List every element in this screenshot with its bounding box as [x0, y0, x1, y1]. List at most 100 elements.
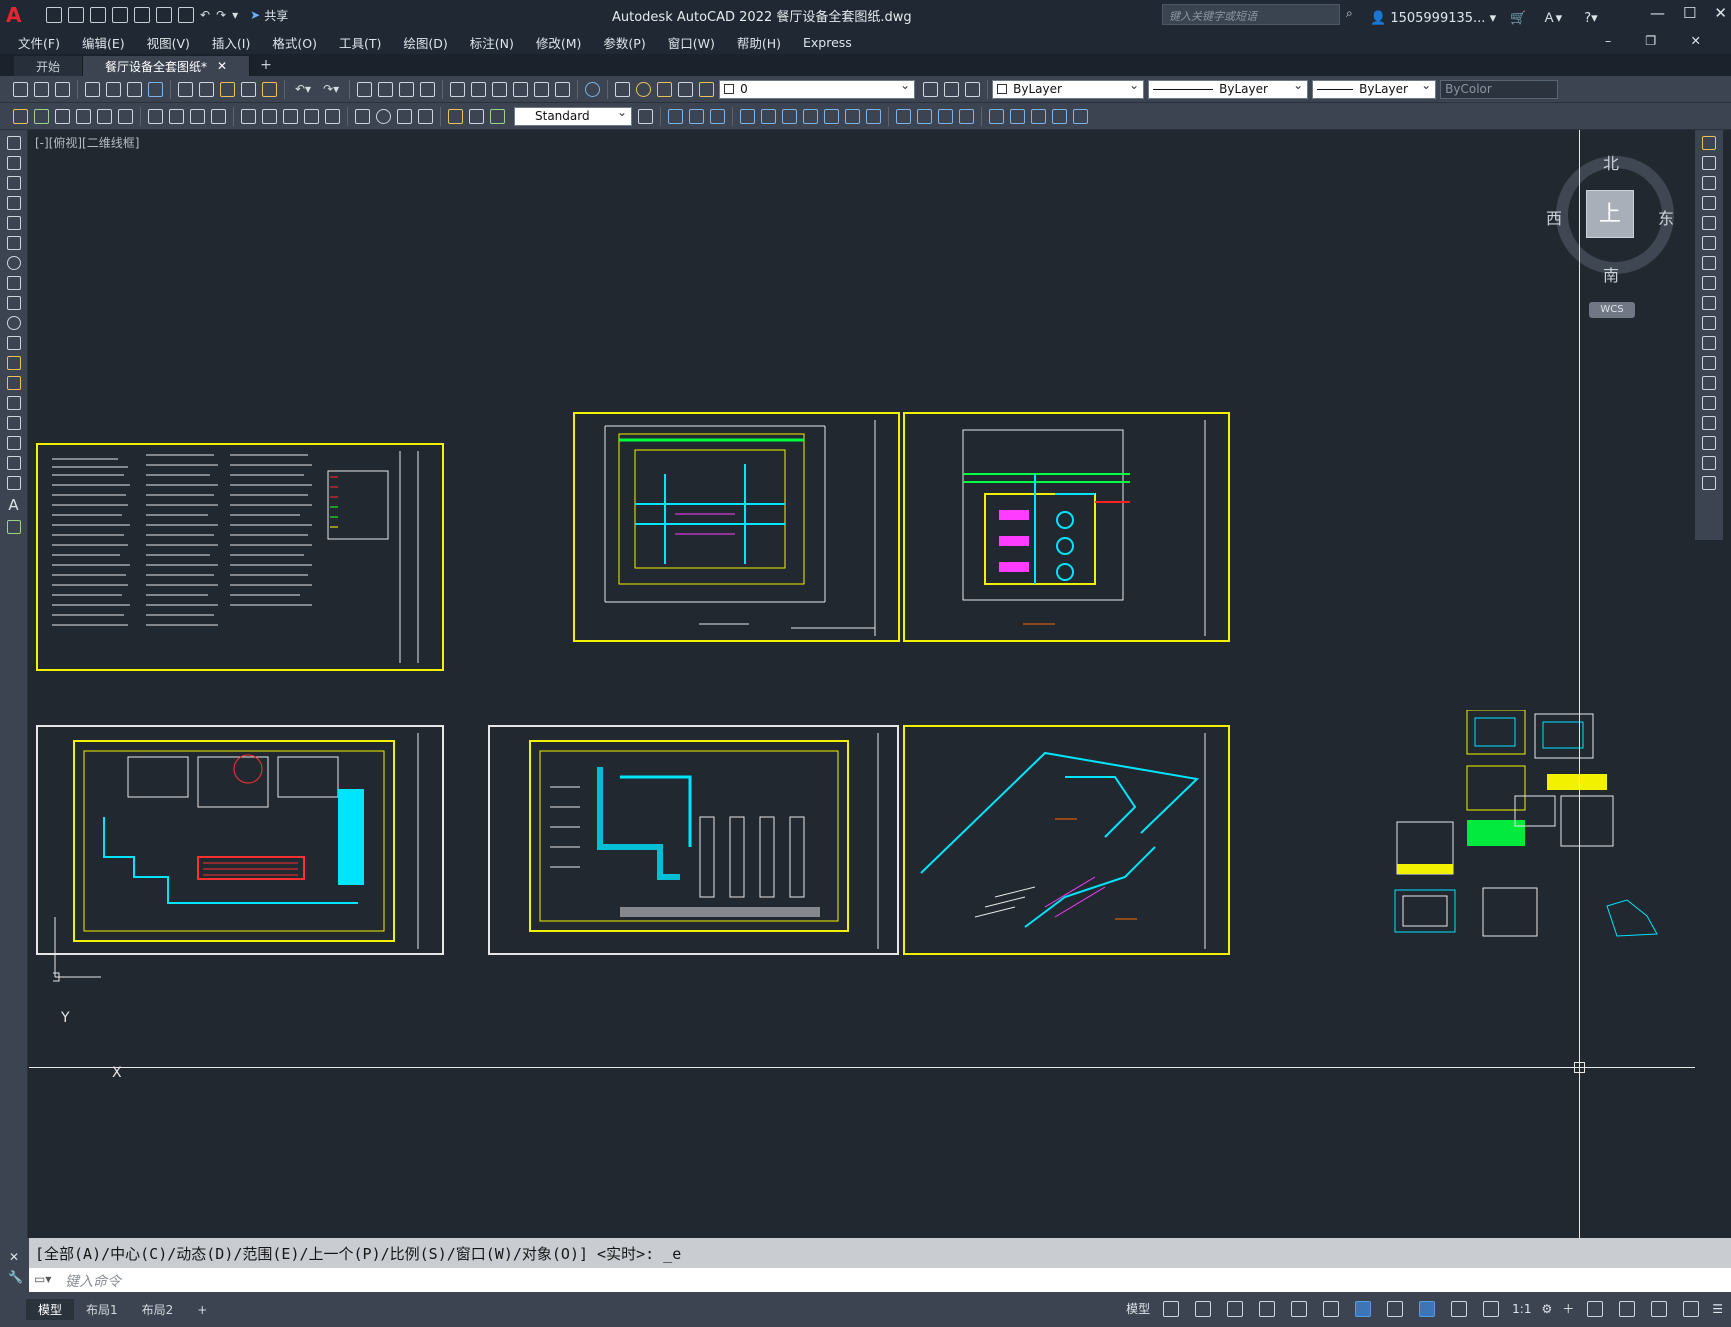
dim-jogged-icon[interactable]: [169, 108, 184, 124]
move-icon[interactable]: [1702, 236, 1716, 250]
dim-continue-icon[interactable]: [283, 108, 298, 124]
wcs-menu[interactable]: WCS: [1589, 302, 1635, 318]
make-current-layer-icon[interactable]: [923, 81, 939, 97]
dim-space-icon[interactable]: [304, 108, 319, 124]
rotate-faces-icon[interactable]: [824, 108, 839, 124]
qnew-icon[interactable]: [13, 81, 28, 97]
command-line-handle[interactable]: ✕ 🔧: [0, 1238, 29, 1292]
intersect-icon[interactable]: [710, 108, 725, 124]
print-icon[interactable]: [85, 81, 100, 97]
autodesk-app-icon[interactable]: Ａ▾: [1543, 11, 1563, 26]
menu-dimension[interactable]: 标注(N): [470, 33, 514, 52]
tab-close-icon[interactable]: ✕: [217, 59, 227, 73]
tolerance-icon[interactable]: [355, 108, 370, 124]
minimize-icon[interactable]: —: [1650, 4, 1665, 22]
customize-command-icon[interactable]: 🔧: [8, 1270, 23, 1284]
tab-start[interactable]: 开始: [14, 56, 84, 76]
ellipse-arc-icon[interactable]: [6, 336, 21, 350]
hatch-icon[interactable]: [6, 416, 21, 430]
check-icon[interactable]: [1010, 108, 1025, 124]
cart-icon[interactable]: 🛒: [1510, 11, 1526, 26]
circle-icon[interactable]: [6, 256, 21, 270]
arc-icon[interactable]: [6, 236, 21, 250]
make-block-icon[interactable]: [6, 376, 21, 390]
dim-update-icon[interactable]: [490, 108, 505, 124]
paste-icon[interactable]: [220, 81, 235, 97]
model-space-button[interactable]: 模型: [1126, 1300, 1150, 1317]
separate-icon[interactable]: [959, 108, 974, 124]
tab-layout2[interactable]: 布局2: [130, 1299, 186, 1320]
chamfer-icon[interactable]: [1702, 416, 1716, 430]
redo-tb-icon[interactable]: ↷▾: [323, 82, 339, 96]
offset-icon[interactable]: [1702, 196, 1716, 210]
thicken-icon[interactable]: [1052, 108, 1067, 124]
quick-dim-icon[interactable]: [241, 108, 256, 124]
menu-insert[interactable]: 插入(I): [212, 33, 250, 52]
color-dropdown[interactable]: ByLayer: [992, 78, 1145, 99]
delete-faces-icon[interactable]: [803, 108, 818, 124]
menu-parametric[interactable]: 参数(P): [603, 33, 645, 52]
scale-icon[interactable]: [1702, 276, 1716, 290]
share-button[interactable]: ➤ 共享: [250, 7, 288, 24]
isodraft-icon[interactable]: [1291, 1300, 1308, 1317]
stretch-icon[interactable]: [1702, 296, 1716, 310]
maximize-icon[interactable]: ☐: [1683, 4, 1696, 22]
open-file-icon[interactable]: [68, 7, 84, 23]
insert-block-icon[interactable]: [6, 356, 21, 370]
copy-icon[interactable]: [199, 81, 214, 97]
menu-file[interactable]: 文件(F): [18, 33, 60, 52]
menu-express[interactable]: Express: [803, 35, 852, 50]
cut-icon[interactable]: [178, 81, 193, 97]
copy-faces-icon[interactable]: [866, 108, 881, 124]
snap-icon[interactable]: [1195, 1300, 1212, 1317]
copy-object-icon[interactable]: [1702, 156, 1716, 170]
attribute-icon[interactable]: [34, 108, 49, 124]
region-icon[interactable]: [6, 456, 21, 470]
break-at-point-icon[interactable]: [1702, 356, 1716, 370]
offset-faces-icon[interactable]: [782, 108, 797, 124]
jogged-linear-icon[interactable]: [418, 108, 433, 124]
viewcube-east[interactable]: 东: [1658, 205, 1674, 229]
layer-state-icon[interactable]: [965, 81, 981, 97]
subtract-icon[interactable]: [689, 108, 704, 124]
command-input[interactable]: 键入命令: [29, 1268, 1731, 1292]
save-as-icon[interactable]: [112, 7, 128, 23]
ellipse-icon[interactable]: [6, 316, 21, 330]
save-web-icon[interactable]: [156, 7, 172, 23]
help-tb-icon[interactable]: [585, 81, 601, 97]
quick-properties-icon[interactable]: [1619, 1300, 1636, 1317]
explode-icon[interactable]: [1702, 476, 1716, 490]
layer-freeze-icon[interactable]: [657, 81, 673, 97]
interfere-icon[interactable]: [1073, 108, 1088, 124]
layer-viewport-icon[interactable]: [678, 81, 694, 97]
menu-window[interactable]: 窗口(W): [668, 33, 715, 52]
drawing-canvas[interactable]: [-][俯视][二维线框] 上 北 南 东 西 WCS Y X: [29, 130, 1695, 1238]
menu-tools[interactable]: 工具(T): [339, 33, 381, 52]
annotation-monitor-icon[interactable]: ＋: [1562, 1300, 1574, 1317]
drawing-sheet-plan-a[interactable]: [573, 412, 900, 642]
auto-scale-icon[interactable]: [1451, 1300, 1468, 1317]
markup-icon[interactable]: [534, 81, 550, 97]
union-icon[interactable]: [668, 108, 683, 124]
tab-drawing[interactable]: 餐厅设备全套图纸* ✕: [83, 56, 251, 76]
open-web-icon[interactable]: [134, 7, 150, 23]
mtext-icon[interactable]: A: [0, 496, 27, 514]
extrude-faces-icon[interactable]: [740, 108, 755, 124]
point-icon[interactable]: [6, 396, 21, 410]
tab-model[interactable]: 模型: [26, 1299, 75, 1320]
save-tb-icon[interactable]: [55, 81, 70, 97]
color-faces-icon[interactable]: [896, 108, 911, 124]
workspace-gear-icon[interactable]: ⚙: [1541, 1302, 1552, 1316]
customize-qa-icon[interactable]: ▾: [232, 8, 238, 22]
clean-icon[interactable]: [938, 108, 953, 124]
help-icon[interactable]: ?▾: [1584, 11, 1597, 26]
slice-icon[interactable]: [1031, 108, 1046, 124]
properties-icon[interactable]: [450, 81, 466, 97]
dim-edit-icon[interactable]: [448, 108, 463, 124]
undo-tb-icon[interactable]: ↶▾: [295, 82, 311, 96]
layer-lock-icon[interactable]: [699, 81, 715, 97]
table-icon[interactable]: [6, 476, 21, 490]
center-mark-icon[interactable]: [376, 108, 391, 124]
command-prompt-icon[interactable]: ▭▾: [34, 1272, 51, 1286]
dim-diameter-icon[interactable]: [190, 108, 205, 124]
